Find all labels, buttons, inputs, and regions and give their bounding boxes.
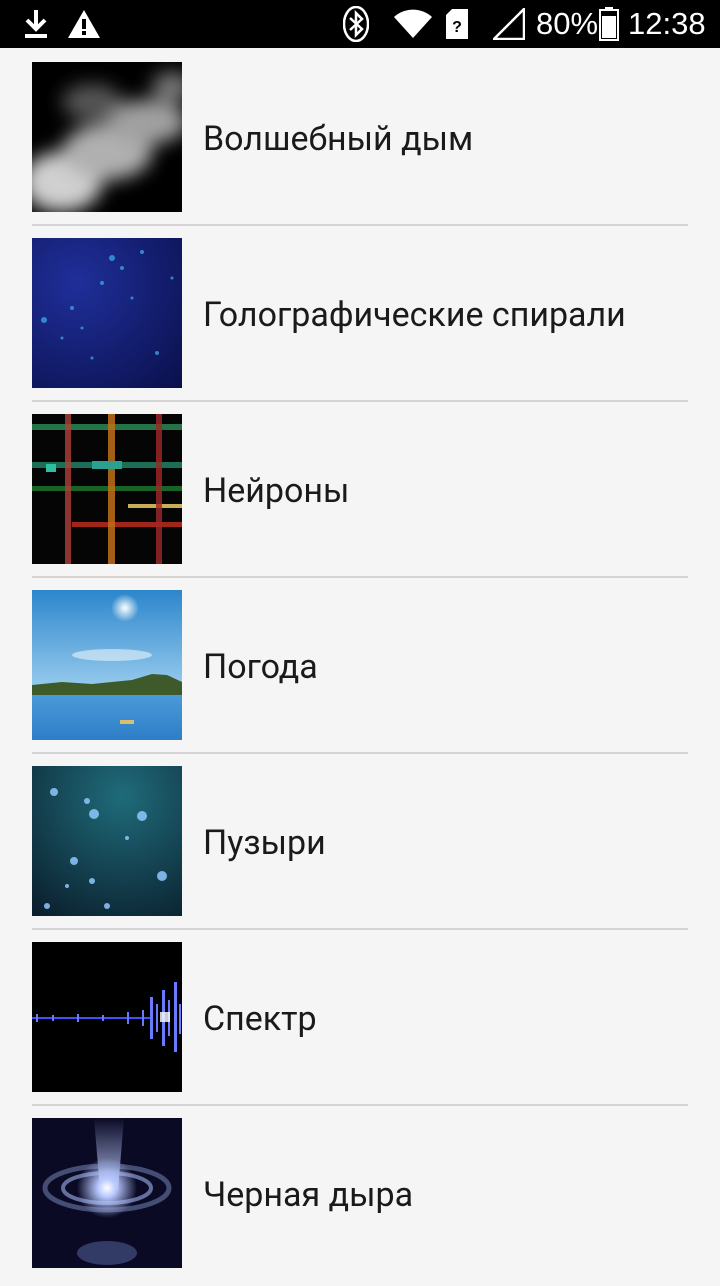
holographic-spirals-thumbnail <box>32 238 182 388</box>
item-label: Голографические спирали <box>203 295 626 335</box>
bluetooth-icon <box>342 6 370 42</box>
item-label: Пузыри <box>203 823 326 863</box>
spectrum-thumbnail <box>32 942 182 1092</box>
sim-icon: ? <box>444 6 470 42</box>
svg-text:?: ? <box>452 19 462 36</box>
list-item[interactable]: Пузыри <box>0 752 720 928</box>
list-item[interactable]: Погода <box>0 576 720 752</box>
item-label: Спектр <box>203 999 317 1039</box>
neurons-thumbnail <box>32 414 182 564</box>
wifi-icon <box>392 6 434 42</box>
black-hole-thumbnail <box>32 1118 182 1268</box>
download-icon <box>22 6 50 42</box>
list-item[interactable]: Спектр <box>0 928 720 1104</box>
item-label: Нейроны <box>203 471 350 511</box>
clock: 12:38 <box>628 6 706 41</box>
smoke-thumbnail <box>32 62 182 212</box>
warning-icon <box>66 6 102 42</box>
battery-icon <box>598 6 620 42</box>
bubbles-thumbnail <box>32 766 182 916</box>
battery-percent: 80% <box>536 6 599 41</box>
item-label: Погода <box>203 647 318 687</box>
list-item[interactable]: Голографические спирали <box>0 224 720 400</box>
signal-icon <box>492 6 526 42</box>
item-label: Волшебный дым <box>203 119 474 159</box>
weather-thumbnail <box>32 590 182 740</box>
item-label: Черная дыра <box>203 1175 414 1215</box>
list-item[interactable]: Волшебный дым <box>0 48 720 224</box>
list-item[interactable]: Черная дыра <box>0 1104 720 1280</box>
list-item[interactable]: Нейроны <box>0 400 720 576</box>
status-bar: ? 80% 12:38 <box>0 0 720 48</box>
